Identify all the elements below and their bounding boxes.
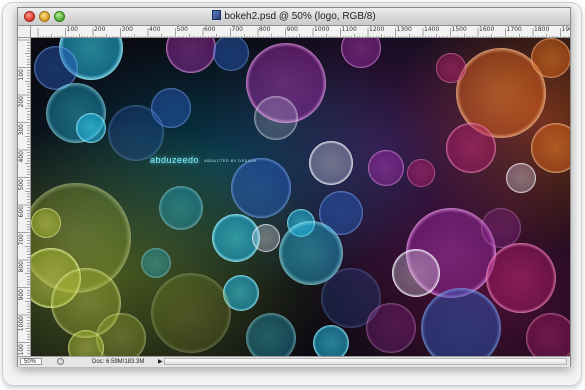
ruler-label: 600	[204, 26, 216, 33]
ruler-label: 400	[18, 151, 25, 163]
ruler-label: 800	[259, 26, 271, 33]
ruler-label: 700	[231, 26, 243, 33]
ruler-label: 300	[121, 26, 133, 33]
zoom-level-field[interactable]: 50%	[20, 358, 42, 365]
vertical-ruler[interactable]: 100 200 300 400 500 600 700 800 900 1000 1100	[18, 38, 31, 356]
document-window: bokeh2.psd @ 50% (logo, RGB/8) 100 200 300…	[17, 7, 571, 367]
title-bar[interactable]: bokeh2.psd @ 50% (logo, RGB/8)	[18, 8, 570, 26]
screenshot-frame: bokeh2.psd @ 50% (logo, RGB/8) 100 200 300…	[3, 3, 581, 385]
ruler-label: 200	[18, 96, 25, 108]
document-size-info: Doc: 6.59M/183.3M	[92, 359, 145, 365]
ruler-label: 300	[18, 123, 25, 135]
status-info-icon[interactable]	[57, 358, 64, 365]
ruler-label: 400	[149, 26, 161, 33]
ruler-label: 1600	[479, 26, 495, 33]
window-title-area: bokeh2.psd @ 50% (logo, RGB/8)	[18, 10, 570, 22]
ruler-label: 1400	[424, 26, 440, 33]
ruler-label: 1300	[396, 26, 412, 33]
ruler-label: 200	[94, 26, 106, 33]
ruler-label: 1200	[369, 26, 385, 33]
ruler-label: 1900	[561, 26, 571, 33]
ruler-label: 1800	[534, 26, 550, 33]
image-canvas[interactable]: abduzeedo ABDUCTED BY DESIGN	[31, 38, 570, 356]
canvas-logo-tagline: ABDUCTED BY DESIGN	[204, 158, 257, 163]
ruler-label: 1000	[314, 26, 330, 33]
ruler-label: 500	[18, 178, 25, 190]
triangle-right-icon[interactable]: ▶	[158, 358, 163, 366]
ruler-label: 100	[66, 26, 78, 33]
ruler-label: 1500	[451, 26, 467, 33]
status-bar: 50% Doc: 6.59M/183.3M ▶	[18, 356, 570, 367]
ruler-label: 900	[286, 26, 298, 33]
ruler-label: 800	[18, 261, 25, 273]
psd-file-icon	[212, 10, 222, 20]
ruler-label: 1100	[341, 26, 357, 33]
ruler-label: 1700	[506, 26, 522, 33]
ruler-label: 1000	[18, 316, 25, 332]
canvas-logo-text: abduzeedo	[150, 155, 200, 165]
vertical-ruler-ticks	[18, 39, 30, 354]
bokeh-artwork	[31, 38, 570, 356]
ruler-origin[interactable]	[18, 26, 31, 38]
horizontal-ruler[interactable]: 100 200 300 400 500 600 700 800 900 1000 1100 1200 1…	[31, 26, 570, 38]
ruler-label: 600	[18, 206, 25, 218]
window-title: bokeh2.psd @ 50% (logo, RGB/8)	[224, 11, 376, 22]
ruler-label: 1100	[18, 343, 25, 357]
ruler-label: 100	[18, 68, 25, 80]
ruler-label: 500	[176, 26, 188, 33]
ruler-label: 700	[18, 233, 25, 245]
ruler-label: 900	[18, 288, 25, 300]
horizontal-scrollbar[interactable]	[164, 358, 567, 365]
